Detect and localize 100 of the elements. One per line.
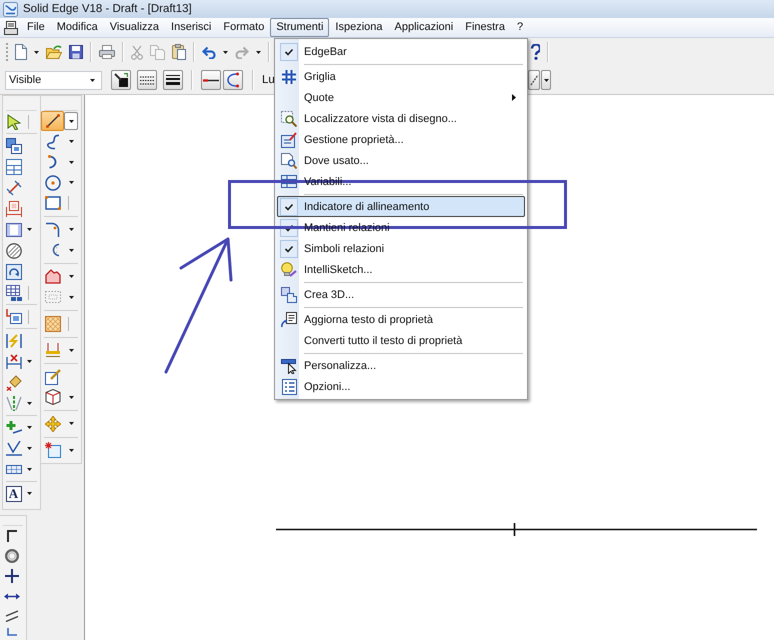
folder-icon[interactable] (46, 45, 62, 59)
cross-icon[interactable] (5, 569, 19, 583)
caret-icon[interactable] (256, 50, 261, 54)
nested-squares-icon[interactable] (6, 138, 22, 154)
clipboard-icon[interactable] (172, 44, 186, 60)
parallel-lines-icon[interactable] (5, 610, 19, 622)
line-type-button[interactable] (137, 70, 157, 90)
plus-line-icon[interactable] (6, 420, 22, 434)
line-weight-button[interactable] (163, 70, 183, 90)
printer-icon[interactable] (4, 20, 18, 34)
dropdown-button[interactable] (64, 112, 78, 130)
undo-icon[interactable] (202, 46, 216, 58)
ring-icon[interactable] (5, 549, 19, 563)
caret-icon[interactable] (68, 348, 74, 352)
menu-bar-item[interactable]: Visualizza (104, 18, 166, 37)
menu-item[interactable]: Aggiorna testo di proprietà (277, 309, 525, 330)
panel-layout-icon[interactable] (6, 158, 22, 174)
caret-icon[interactable] (27, 402, 32, 405)
table-grid-icon[interactable] (6, 284, 22, 300)
menu-bar-item[interactable]: Formato (217, 18, 270, 37)
menu-item[interactable]: EdgeBar (277, 41, 525, 62)
caret-icon[interactable] (27, 228, 32, 231)
rotate-box-icon[interactable] (6, 264, 22, 280)
caret-icon[interactable] (27, 426, 32, 429)
diagonal-dimension-icon[interactable] (6, 180, 22, 196)
document-icon[interactable] (15, 44, 27, 60)
connected-box-icon[interactable] (6, 309, 22, 324)
menu-item[interactable]: Simboli relazioni (277, 238, 525, 259)
menu-bar-item[interactable]: Finestra (459, 18, 511, 37)
dashed-lines-icon[interactable] (6, 396, 22, 411)
square-pencil-icon[interactable] (44, 368, 60, 385)
menu-item[interactable]: Opzioni... (277, 376, 525, 397)
caret-icon[interactable] (68, 275, 74, 278)
caret-icon[interactable] (34, 50, 39, 54)
film-strip-icon[interactable] (6, 222, 22, 236)
fillet-icon[interactable] (46, 222, 60, 238)
menu-item[interactable]: Gestione proprietà... (277, 129, 525, 150)
caret-icon[interactable] (68, 160, 74, 164)
menu-item[interactable]: Griglia (277, 66, 525, 87)
cross-dimension-icon[interactable] (6, 354, 22, 369)
caret-icon[interactable] (68, 396, 74, 399)
rectangle-icon[interactable] (44, 196, 60, 210)
menu-item[interactable]: Indicatore di allineamento (277, 196, 525, 217)
double-arrow-icon[interactable] (4, 592, 20, 600)
text-tool-button[interactable]: A (6, 486, 22, 502)
caret-icon[interactable] (68, 181, 74, 184)
menu-bar-item[interactable]: ? (510, 18, 530, 37)
menu-item[interactable]: IntelliSketch... (277, 259, 525, 280)
region-icon[interactable] (44, 269, 60, 284)
cursor-icon[interactable] (6, 114, 20, 130)
dropdown-button[interactable] (541, 70, 551, 90)
style-dropdown[interactable]: Visible (5, 70, 102, 90)
caret-icon[interactable] (68, 248, 74, 252)
cell-table-icon[interactable] (6, 465, 22, 474)
caret-icon (68, 120, 74, 123)
caret-icon[interactable] (68, 422, 74, 426)
frame-dimension-icon[interactable] (6, 200, 22, 216)
menu-item[interactable]: Dove usato... (277, 150, 525, 171)
move-arrows-icon[interactable] (44, 416, 60, 432)
dimension-bar-icon[interactable] (44, 343, 60, 358)
caret-icon[interactable] (223, 50, 228, 54)
line-color-button[interactable] (111, 70, 131, 90)
caret-icon[interactable] (27, 447, 32, 450)
selected-tool-button[interactable] (41, 111, 64, 132)
circle-icon[interactable] (44, 174, 60, 191)
diamond-icon[interactable] (6, 374, 22, 390)
app-icon[interactable] (3, 2, 18, 16)
cube-icon[interactable] (44, 389, 60, 406)
list-icon (282, 378, 296, 394)
menu-item[interactable]: Personalizza... (277, 355, 525, 376)
corner-icon[interactable] (7, 530, 17, 542)
hatched-circle-icon[interactable] (6, 242, 22, 258)
line-style-button[interactable] (528, 70, 540, 90)
menu-item[interactable]: Quote (277, 87, 525, 108)
menu-bar-item[interactable]: Strumenti (270, 18, 330, 37)
menu-bar-item[interactable]: File (21, 18, 51, 37)
angle-mark-icon[interactable] (6, 441, 22, 456)
help-icon[interactable] (530, 44, 540, 60)
menu-item[interactable]: Converti tutto il testo di proprietà (277, 330, 525, 351)
menu-bar-item[interactable]: Modifica (50, 18, 104, 37)
bolt-dimension-icon[interactable] (6, 332, 22, 348)
caret-icon[interactable] (27, 492, 32, 495)
caret-icon[interactable] (68, 228, 74, 232)
dotted-region-icon[interactable] (44, 291, 60, 304)
caret-icon[interactable] (27, 468, 32, 471)
hatch-fill-icon[interactable] (44, 316, 60, 332)
menu-bar-item[interactable]: Ispeziona (329, 18, 389, 37)
caret-icon[interactable] (90, 78, 95, 82)
menu-bar-item[interactable]: Applicazioni (388, 18, 460, 37)
arc-icon[interactable] (48, 155, 57, 170)
caret-icon[interactable] (68, 296, 74, 299)
curve-icon[interactable] (46, 134, 60, 150)
arc-connector-button[interactable] (223, 70, 243, 90)
caret-icon[interactable] (68, 140, 74, 144)
caret-icon[interactable] (27, 360, 32, 363)
caret-icon[interactable] (68, 448, 74, 452)
menu-item[interactable]: Localizzatore vista di disegno... (277, 108, 525, 129)
line-end-button[interactable] (201, 70, 221, 90)
menu-bar-item[interactable]: Inserisci (165, 18, 218, 37)
menu-item[interactable]: Crea 3D... (277, 284, 525, 305)
